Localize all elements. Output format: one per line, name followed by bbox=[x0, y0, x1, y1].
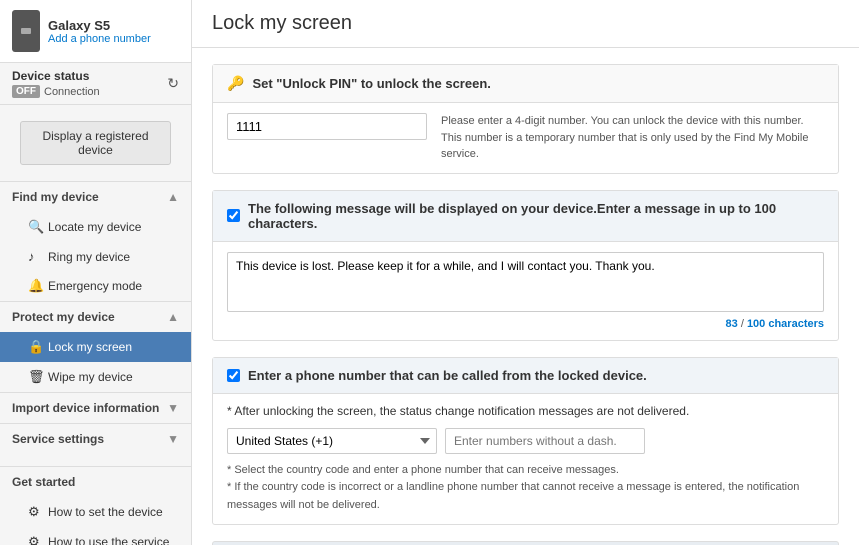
off-badge: OFF bbox=[12, 85, 40, 98]
message-checkbox[interactable] bbox=[227, 209, 240, 222]
get-started-header: Get started bbox=[0, 467, 191, 497]
ring-icon: ♪ bbox=[28, 249, 42, 264]
refresh-icon[interactable]: ↻ bbox=[167, 75, 179, 92]
status-label: Device status bbox=[12, 69, 100, 83]
country-select[interactable]: United States (+1) bbox=[227, 428, 437, 454]
how-set-icon: ⚙ bbox=[28, 504, 42, 520]
pin-section-header: 🔑 Set "Unlock PIN" to unlock the screen. bbox=[213, 65, 838, 103]
phone-section-body: * After unlocking the screen, the status… bbox=[213, 394, 838, 525]
message-section-body: This device is lost. Please keep it for … bbox=[213, 242, 838, 340]
char-used: 83 bbox=[726, 318, 738, 330]
service-settings-section: Service settings ▼ bbox=[0, 423, 191, 454]
phone-checkbox-label[interactable]: Enter a phone number that can be called … bbox=[248, 368, 647, 383]
get-started-section: Get started ⚙ How to set the device ⚙ Ho… bbox=[0, 466, 191, 545]
protect-device-chevron: ▲ bbox=[167, 310, 179, 324]
pin-section-label: Set "Unlock PIN" to unlock the screen. bbox=[252, 76, 490, 91]
device-name: Galaxy S5 bbox=[48, 18, 151, 33]
char-count: 83 / 100 characters bbox=[227, 318, 824, 330]
pin-row: Please enter a 4-digit number. You can u… bbox=[213, 103, 838, 173]
find-device-section: Find my device ▲ 🔍 Locate my device ♪ Ri… bbox=[0, 181, 191, 301]
sidebar-item-emergency[interactable]: 🔔 Emergency mode bbox=[0, 271, 191, 301]
page-header: Lock my screen bbox=[192, 0, 859, 48]
phone-notes: * Select the country code and enter a ph… bbox=[227, 462, 824, 515]
main-content: Lock my screen 🔑 Set "Unlock PIN" to unl… bbox=[192, 0, 859, 545]
message-textarea[interactable]: This device is lost. Please keep it for … bbox=[227, 252, 824, 312]
wipe-icon: 🗑 bbox=[28, 369, 42, 385]
message-section: The following message will be displayed … bbox=[212, 190, 839, 341]
protect-device-section: Protect my device ▲ 🔒 Lock my screen 🗑 W… bbox=[0, 301, 191, 392]
find-device-chevron: ▲ bbox=[167, 190, 179, 204]
import-chevron: ▼ bbox=[167, 401, 179, 415]
how-use-icon: ⚙ bbox=[28, 534, 42, 545]
phone-input[interactable] bbox=[445, 428, 645, 454]
char-total: 100 characters bbox=[747, 318, 824, 330]
import-section: Import device information ▼ bbox=[0, 392, 191, 423]
protect-device-header[interactable]: Protect my device ▲ bbox=[0, 302, 191, 332]
phone-row: United States (+1) bbox=[227, 428, 824, 454]
pin-section: 🔑 Set "Unlock PIN" to unlock the screen.… bbox=[212, 64, 839, 174]
sidebar-item-locate[interactable]: 🔍 Locate my device bbox=[0, 212, 191, 242]
sidebar: Galaxy S5 Add a phone number Device stat… bbox=[0, 0, 192, 545]
device-status-bar: Device status OFF Connection ↻ bbox=[0, 63, 191, 105]
find-device-header[interactable]: Find my device ▲ bbox=[0, 182, 191, 212]
sidebar-item-how-set[interactable]: ⚙ How to set the device bbox=[0, 497, 191, 527]
add-phone-link[interactable]: Add a phone number bbox=[48, 33, 151, 45]
register-btn-wrap: Display a registered device bbox=[0, 105, 191, 181]
unlock-pin-icon: 🔑 bbox=[227, 75, 244, 92]
pin-hint: Please enter a 4-digit number. You can u… bbox=[441, 113, 824, 163]
lock-icon: 🔒 bbox=[28, 339, 42, 355]
after-unlock-note: * After unlocking the screen, the status… bbox=[227, 404, 824, 418]
sidebar-item-how-use[interactable]: ⚙ How to use the service bbox=[0, 527, 191, 545]
content-area: 🔑 Set "Unlock PIN" to unlock the screen.… bbox=[192, 48, 859, 545]
service-settings-header[interactable]: Service settings ▼ bbox=[0, 424, 191, 454]
phone-section-header: Enter a phone number that can be called … bbox=[213, 358, 838, 394]
register-device-button[interactable]: Display a registered device bbox=[20, 121, 171, 165]
sidebar-item-ring[interactable]: ♪ Ring my device bbox=[0, 242, 191, 271]
import-header[interactable]: Import device information ▼ bbox=[0, 393, 191, 423]
service-settings-chevron: ▼ bbox=[167, 432, 179, 446]
device-info: Galaxy S5 Add a phone number bbox=[0, 0, 191, 63]
page-title: Lock my screen bbox=[212, 12, 839, 35]
phone-checkbox[interactable] bbox=[227, 369, 240, 382]
phone-section: Enter a phone number that can be called … bbox=[212, 357, 839, 526]
connection-text: Connection bbox=[44, 86, 100, 98]
pin-input[interactable] bbox=[227, 113, 427, 140]
message-section-header: The following message will be displayed … bbox=[213, 191, 838, 242]
lock-footer: Lock bbox=[212, 541, 839, 545]
locate-icon: 🔍 bbox=[28, 219, 42, 235]
sidebar-item-lock[interactable]: 🔒 Lock my screen bbox=[0, 332, 191, 362]
sidebar-item-wipe[interactable]: 🗑 Wipe my device bbox=[0, 362, 191, 392]
message-checkbox-label[interactable]: The following message will be displayed … bbox=[248, 201, 824, 231]
device-icon bbox=[12, 10, 40, 52]
emergency-icon: 🔔 bbox=[28, 278, 42, 294]
